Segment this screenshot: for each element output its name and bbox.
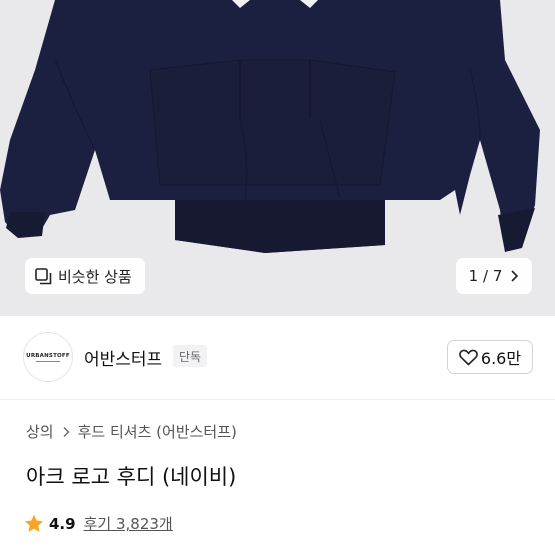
- similar-products-label: 비슷한 상품: [58, 267, 132, 286]
- heart-icon: [459, 349, 478, 365]
- page-indicator: 1 / 7: [468, 267, 503, 285]
- breadcrumb-item-category[interactable]: 상의: [26, 421, 54, 442]
- chevron-right-icon: [511, 270, 519, 282]
- brand-name[interactable]: 어반스터프: [84, 345, 162, 370]
- brand-logo[interactable]: URBANSTOFF: [23, 332, 73, 382]
- brand-like-button[interactable]: 6.6만: [447, 340, 533, 374]
- like-count: 6.6만: [480, 349, 522, 368]
- image-pager[interactable]: 1 / 7: [456, 258, 532, 294]
- rating-row: 4.9 후기 3,823개: [24, 513, 173, 534]
- breadcrumb: 상의 후드 티셔츠 (어반스터프): [26, 421, 237, 442]
- brand-row: URBANSTOFF 어반스터프 단독 6.6만: [0, 316, 555, 400]
- breadcrumb-item-subcategory[interactable]: 후드 티셔츠 (어반스터프): [78, 421, 237, 442]
- star-icon: [25, 514, 43, 532]
- brand-logo-text: URBANSTOFF: [26, 352, 70, 359]
- exclusive-badge: 단독: [173, 345, 208, 367]
- review-link[interactable]: 후기 3,823개: [84, 513, 173, 534]
- rating-score: 4.9: [49, 514, 76, 533]
- similar-products-button[interactable]: 비슷한 상품: [25, 258, 145, 294]
- chevron-right-icon: [63, 426, 70, 437]
- brand-logo-rule: [36, 360, 60, 362]
- similar-items-icon: [35, 267, 52, 284]
- product-image-gallery[interactable]: 비슷한 상품 1 / 7: [0, 0, 555, 316]
- product-title: 아크 로고 후디 (네이비): [26, 465, 237, 489]
